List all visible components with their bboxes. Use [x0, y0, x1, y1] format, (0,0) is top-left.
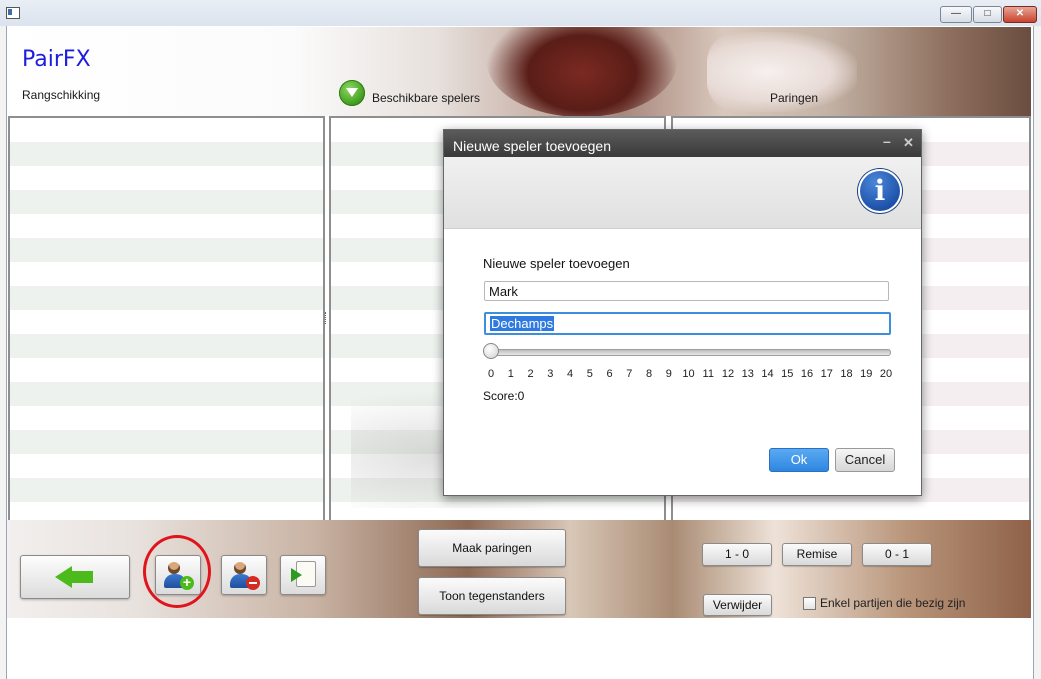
ok-button[interactable]: Ok: [769, 448, 829, 472]
slider-tick-label: 1: [507, 368, 514, 380]
slider-tick-label: 15: [781, 368, 794, 380]
window-titlebar[interactable]: — □ ✕: [0, 0, 1041, 26]
slider-tick-label: 20: [879, 368, 893, 380]
result-black-wins-button[interactable]: 0 - 1: [862, 543, 932, 566]
slider-tick-label: 19: [860, 368, 873, 380]
slider-tick-label: 6: [606, 368, 613, 380]
slider-tick-label: 3: [547, 368, 554, 380]
remove-player-button[interactable]: [221, 555, 267, 595]
dialog-title: Nieuwe speler toevoegen: [453, 138, 611, 154]
dialog-titlebar[interactable]: Nieuwe speler toevoegen – ✕: [444, 130, 921, 157]
pairings-header: Paringen: [770, 91, 819, 105]
cancel-button[interactable]: Cancel: [835, 448, 895, 472]
slider-tick-label: 8: [645, 368, 653, 380]
slider-tick-label: 13: [741, 368, 754, 380]
highlight-circle: [143, 535, 211, 608]
available-players-icon[interactable]: [339, 80, 365, 106]
first-name-field[interactable]: Mark: [484, 281, 889, 301]
window-minimize-button[interactable]: —: [940, 6, 972, 23]
slider-tick-label: 9: [665, 368, 672, 380]
slider-tick-label: 2: [527, 368, 534, 380]
back-button[interactable]: [20, 555, 130, 599]
only-active-games-label: Enkel partijen die bezig zijn: [820, 596, 966, 610]
ranking-list[interactable]: [8, 116, 325, 524]
slider-tick-label: 17: [820, 368, 833, 380]
available-players-header: Beschikbare spelers: [372, 91, 481, 105]
header-banner: [7, 27, 1031, 116]
delete-button[interactable]: Verwijder: [703, 594, 772, 616]
show-opponents-button[interactable]: Toon tegenstanders: [418, 577, 566, 615]
ranking-header: Rangschikking: [22, 88, 101, 102]
slider-tick-label: 0: [487, 368, 495, 380]
slider-tick-label: 14: [761, 368, 774, 380]
last-name-field[interactable]: Dechamps: [484, 312, 891, 335]
score-label: Score:0: [483, 389, 525, 403]
score-slider-thumb[interactable]: [483, 343, 499, 359]
back-arrow-icon: [55, 566, 72, 588]
result-white-wins-button[interactable]: 1 - 0: [702, 543, 772, 566]
window-maximize-button[interactable]: □: [973, 6, 1002, 23]
app-window-icon: [6, 7, 20, 19]
dialog-close-icon[interactable]: ✕: [903, 135, 914, 151]
slider-tick-label: 7: [626, 368, 633, 380]
dialog-header: i: [444, 157, 921, 229]
slider-tick-label: 18: [840, 368, 853, 380]
make-pairings-button[interactable]: Maak paringen: [418, 529, 566, 567]
dialog-prompt: Nieuwe speler toevoegen: [483, 256, 630, 271]
slider-tick-label: 11: [702, 368, 714, 380]
slider-tick-label: 4: [566, 368, 574, 380]
score-slider-track[interactable]: [486, 349, 891, 356]
dialog-minimize-icon[interactable]: –: [883, 133, 891, 149]
slider-tick-label: 16: [800, 368, 814, 380]
result-draw-button[interactable]: Remise: [782, 543, 852, 566]
only-active-games-checkbox[interactable]: [803, 597, 816, 610]
app-title: PairFX: [22, 47, 91, 72]
slider-tick-label: 5: [586, 368, 593, 380]
slider-tick-label: 10: [682, 368, 695, 380]
slider-tick-label: 12: [721, 368, 735, 380]
add-player-dialog: Nieuwe speler toevoegen – ✕ i Nieuwe spe…: [443, 129, 922, 496]
export-button[interactable]: [280, 555, 326, 595]
header-photo-hand: [487, 27, 677, 116]
window-close-button[interactable]: ✕: [1003, 6, 1037, 23]
last-name-selected-text: Dechamps: [490, 316, 555, 331]
info-icon: i: [858, 169, 902, 213]
